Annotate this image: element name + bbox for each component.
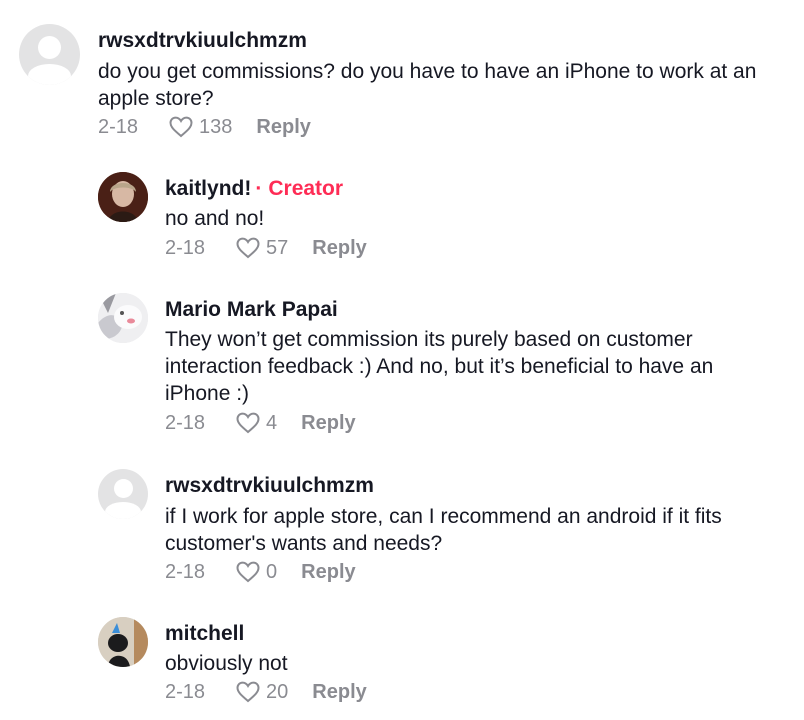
profile-photo[interactable]	[98, 172, 148, 222]
comment-date: 2-18	[165, 411, 206, 434]
like-button[interactable]: 0	[235, 560, 277, 584]
comment-meta: 2-18 57 Reply	[165, 236, 367, 260]
reply-button[interactable]: Reply	[312, 681, 366, 704]
profile-photo-image	[98, 172, 148, 222]
comment-username[interactable]: Mario Mark Papai	[165, 298, 338, 322]
separator-dot: ·	[255, 177, 263, 200]
heart-icon	[236, 237, 260, 259]
heart-icon	[169, 116, 193, 138]
dog-photo[interactable]	[98, 617, 148, 667]
like-button[interactable]: 57	[235, 236, 288, 260]
dog-photo-image	[98, 617, 148, 667]
reply-button[interactable]: Reply	[301, 412, 355, 435]
comment-date: 2-18	[165, 560, 206, 583]
comment-username[interactable]: rwsxdtrvkiuulchmzm	[98, 29, 307, 53]
comment-date: 2-18	[165, 236, 206, 259]
comment-username[interactable]: mitchell	[165, 622, 244, 646]
cat-photo-image	[98, 293, 148, 343]
like-button[interactable]: 138	[168, 115, 232, 139]
reply-button[interactable]: Reply	[256, 116, 310, 139]
like-button[interactable]: 4	[235, 411, 277, 435]
comment-meta: 2-18 20 Reply	[165, 680, 367, 704]
comment-meta: 2-18 4 Reply	[165, 411, 356, 435]
comment-text: if I work for apple store, can I recomme…	[165, 505, 722, 555]
cat-photo[interactable]	[98, 293, 148, 343]
comment-text: do you get commissions? do you have to h…	[98, 60, 757, 110]
comment-text: obviously not	[165, 652, 288, 675]
comment-username[interactable]: rwsxdtrvkiuulchmzm	[165, 474, 374, 498]
creator-badge: Creator	[268, 177, 344, 200]
like-count: 20	[266, 680, 289, 703]
comment-text: They won’t get commission its purely bas…	[165, 328, 714, 405]
like-button[interactable]: 20	[235, 680, 288, 704]
comment-username: kaitlynd! · Creator	[165, 177, 343, 201]
like-count: 4	[266, 411, 278, 434]
heart-icon	[236, 681, 260, 703]
default-avatar-icon[interactable]	[19, 24, 80, 85]
reply-button[interactable]: Reply	[301, 561, 355, 584]
like-count: 0	[266, 560, 278, 583]
comment-meta: 2-18 138 Reply	[98, 115, 311, 139]
comment-text: no and no!	[165, 207, 265, 230]
like-count: 138	[199, 115, 233, 138]
comment-meta: 2-18 0 Reply	[165, 560, 356, 584]
reply-button[interactable]: Reply	[312, 237, 366, 260]
heart-icon	[236, 561, 260, 583]
comment-date: 2-18	[165, 680, 206, 703]
heart-icon	[236, 412, 260, 434]
creator-username[interactable]: kaitlynd!	[165, 177, 251, 200]
default-avatar-icon[interactable]	[98, 469, 148, 519]
comment-date: 2-18	[98, 115, 139, 138]
like-count: 57	[266, 236, 289, 259]
